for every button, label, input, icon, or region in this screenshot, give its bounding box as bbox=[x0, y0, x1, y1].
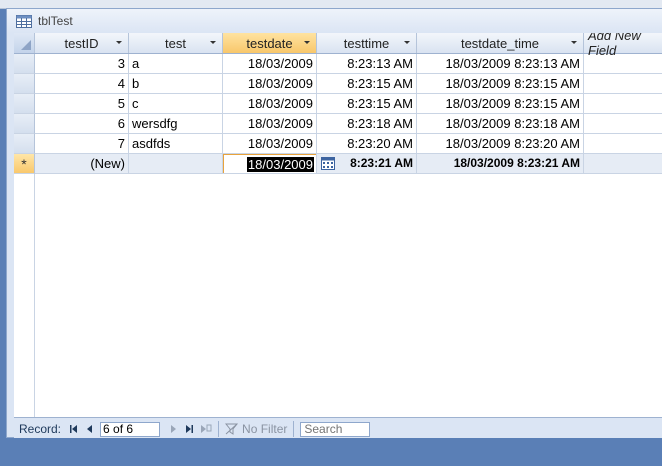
new-record-icon[interactable] bbox=[198, 422, 212, 436]
cell-testtime[interactable]: 8:23:13 AM bbox=[317, 54, 417, 74]
dropdown-arrow-icon[interactable] bbox=[571, 41, 577, 44]
calendar-icon[interactable] bbox=[321, 157, 335, 170]
cell-testid[interactable]: (New) bbox=[35, 154, 129, 174]
column-header-testdate-time[interactable]: testdate_time bbox=[417, 33, 584, 53]
cell-testdate[interactable]: 18/03/2009 bbox=[223, 134, 317, 154]
new-record-row[interactable]: * (New) 18/03/2009 8:23:21 AM 18/03/2009… bbox=[14, 154, 662, 174]
cell-testtime[interactable]: 8:23:15 AM bbox=[317, 74, 417, 94]
status-separator bbox=[293, 421, 295, 437]
table-row[interactable]: 4 b 18/03/2009 8:23:15 AM 18/03/2009 8:2… bbox=[14, 74, 662, 94]
datasheet-grid: testID test testdate testtime testdate_t… bbox=[14, 33, 662, 417]
cell-testtime[interactable]: 8:23:15 AM bbox=[317, 94, 417, 114]
next-record-icon[interactable] bbox=[166, 422, 180, 436]
cell-test[interactable]: c bbox=[129, 94, 223, 114]
column-header-testdate[interactable]: testdate bbox=[223, 33, 317, 53]
search-input[interactable] bbox=[300, 421, 371, 437]
cell-testdate-time[interactable]: 18/03/2009 8:23:21 AM bbox=[417, 154, 584, 174]
cell-add-new-field[interactable] bbox=[584, 154, 662, 174]
prev-record-icon[interactable] bbox=[83, 422, 97, 436]
cell-add-new-field[interactable] bbox=[584, 74, 662, 94]
cell-testid[interactable]: 5 bbox=[35, 94, 129, 114]
filter-icon bbox=[225, 423, 239, 435]
column-header-test[interactable]: test bbox=[129, 33, 223, 53]
table-row[interactable]: 7 asdfds 18/03/2009 8:23:20 AM 18/03/200… bbox=[14, 134, 662, 154]
cell-testdate-time[interactable]: 18/03/2009 8:23:20 AM bbox=[417, 134, 584, 154]
cell-testdate[interactable]: 18/03/2009 bbox=[223, 114, 317, 134]
record-selector[interactable] bbox=[14, 54, 35, 74]
table-row[interactable]: 3 a 18/03/2009 8:23:13 AM 18/03/2009 8:2… bbox=[14, 54, 662, 74]
cell-testdate-time[interactable]: 18/03/2009 8:23:15 AM bbox=[417, 74, 584, 94]
window-title: tblTest bbox=[38, 14, 73, 28]
dropdown-arrow-icon[interactable] bbox=[304, 41, 310, 44]
new-record-marker[interactable]: * bbox=[14, 154, 35, 174]
cell-test[interactable]: asdfds bbox=[129, 134, 223, 154]
cell-test[interactable]: b bbox=[129, 74, 223, 94]
table-icon bbox=[16, 14, 32, 28]
current-record-input[interactable]: 6 of 6 bbox=[100, 421, 161, 437]
cell-testdate-time[interactable]: 18/03/2009 8:23:15 AM bbox=[417, 94, 584, 114]
table-row[interactable]: 5 c 18/03/2009 8:23:15 AM 18/03/2009 8:2… bbox=[14, 94, 662, 114]
cell-add-new-field[interactable] bbox=[584, 134, 662, 154]
cell-testtime[interactable]: 8:23:18 AM bbox=[317, 114, 417, 134]
cell-add-new-field[interactable] bbox=[584, 114, 662, 134]
filter-status[interactable]: No Filter bbox=[225, 422, 287, 436]
first-record-icon[interactable] bbox=[67, 422, 81, 436]
cell-test[interactable]: wersdfg bbox=[129, 114, 223, 134]
filter-label: No Filter bbox=[242, 422, 288, 436]
record-selector[interactable] bbox=[14, 134, 35, 154]
cell-testid[interactable]: 7 bbox=[35, 134, 129, 154]
cell-testid[interactable]: 6 bbox=[35, 114, 129, 134]
column-header-add-new-field[interactable]: Add New Field bbox=[584, 33, 662, 58]
column-header-testtime[interactable]: testtime bbox=[317, 33, 417, 53]
record-label: Record: bbox=[19, 422, 62, 436]
cell-test[interactable]: a bbox=[129, 54, 223, 74]
record-navigation-bar: Record: 6 of 6 No Filter bbox=[14, 417, 662, 440]
dropdown-arrow-icon[interactable] bbox=[116, 41, 122, 44]
column-header-row: testID test testdate testtime testdate_t… bbox=[14, 33, 662, 58]
cell-testdate[interactable]: 18/03/2009 bbox=[223, 54, 317, 74]
cell-testdate-time[interactable]: 18/03/2009 8:23:13 AM bbox=[417, 54, 584, 74]
cell-testid[interactable]: 4 bbox=[35, 74, 129, 94]
cell-testdate[interactable]: 18/03/2009 bbox=[223, 94, 317, 114]
record-selector[interactable] bbox=[14, 114, 35, 134]
cell-add-new-field[interactable] bbox=[584, 94, 662, 114]
window-titlebar[interactable]: tblTest bbox=[7, 9, 662, 33]
cell-testdate-editing[interactable]: 18/03/2009 bbox=[223, 154, 317, 174]
record-selector[interactable] bbox=[14, 74, 35, 94]
cell-testid[interactable]: 3 bbox=[35, 54, 129, 74]
cell-testdate[interactable]: 18/03/2009 bbox=[223, 74, 317, 94]
dropdown-arrow-icon[interactable] bbox=[210, 41, 216, 44]
record-selector[interactable] bbox=[14, 94, 35, 114]
table-row[interactable]: 6 wersdfg 18/03/2009 8:23:18 AM 18/03/20… bbox=[14, 114, 662, 134]
testdate-input[interactable]: 18/03/2009 bbox=[223, 154, 316, 173]
status-separator bbox=[218, 421, 220, 437]
select-all-button[interactable] bbox=[14, 33, 35, 53]
workspace-background bbox=[0, 438, 662, 466]
cell-testdate-time[interactable]: 18/03/2009 8:23:18 AM bbox=[417, 114, 584, 134]
table-window: tblTest testID test testdate testtime te… bbox=[6, 8, 662, 440]
cell-test[interactable] bbox=[129, 154, 223, 174]
cell-add-new-field[interactable] bbox=[584, 54, 662, 74]
last-record-icon[interactable] bbox=[182, 422, 196, 436]
dropdown-arrow-icon[interactable] bbox=[404, 41, 410, 44]
column-header-testid[interactable]: testID bbox=[35, 33, 129, 53]
cell-testtime[interactable]: 8:23:20 AM bbox=[317, 134, 417, 154]
